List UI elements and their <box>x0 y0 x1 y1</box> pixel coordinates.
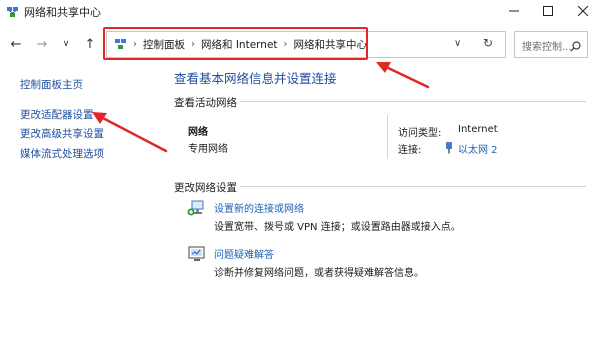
window-title: 网络和共享中心 <box>24 6 101 19</box>
search-icon <box>570 37 581 56</box>
sidebar-item-advanced-sharing[interactable]: 更改高级共享设置 <box>20 126 104 141</box>
divider <box>387 115 388 159</box>
network-setup-icon <box>187 199 207 221</box>
annotation-highlight-box <box>103 27 368 60</box>
connection-label: 连接: <box>398 145 422 156</box>
chevron-down-icon: ∨ <box>454 38 462 49</box>
network-type: 专用网络 <box>188 144 228 155</box>
setup-connection-link[interactable]: 设置新的连接或网络 <box>214 200 304 215</box>
forward-arrow-icon: → <box>36 36 48 52</box>
recent-locations-button[interactable]: ∨ <box>56 34 76 54</box>
close-button[interactable] <box>566 0 600 22</box>
forward-button[interactable]: → <box>32 34 52 54</box>
back-button[interactable]: ← <box>6 34 26 54</box>
access-type-value: Internet <box>458 124 498 135</box>
troubleshoot-description: 诊断并修复网络问题，或者获得疑难解答信息。 <box>214 268 424 279</box>
network-center-icon <box>6 4 19 17</box>
annotation-arrow-address <box>376 62 430 89</box>
search-placeholder: 搜索控制... <box>522 42 572 53</box>
chevron-down-icon: ∨ <box>62 39 70 49</box>
refresh-icon: ↻ <box>483 36 494 50</box>
back-arrow-icon: ← <box>10 36 22 52</box>
minimize-icon <box>509 10 519 12</box>
maximize-icon <box>543 6 553 16</box>
network-name: 网络 <box>188 127 208 138</box>
change-settings-heading: 更改网络设置 <box>174 182 237 194</box>
maximize-button[interactable] <box>531 0 565 22</box>
sidebar-item-media-streaming[interactable]: 媒体流式处理选项 <box>20 146 104 161</box>
up-button[interactable]: ↑ <box>80 34 100 54</box>
divider <box>240 101 586 102</box>
active-network-heading: 查看活动网络 <box>174 97 237 109</box>
sidebar-item-home[interactable]: 控制面板主页 <box>20 77 83 92</box>
access-type-label: 访问类型: <box>398 128 442 139</box>
sidebar-item-adapter-settings[interactable]: 更改适配器设置 <box>20 107 94 122</box>
refresh-button[interactable]: ↻ <box>483 36 493 50</box>
divider <box>240 186 586 187</box>
minimize-button[interactable] <box>497 0 531 22</box>
address-dropdown-button[interactable]: ∨ <box>454 38 461 49</box>
page-title: 查看基本网络信息并设置连接 <box>174 71 337 86</box>
up-arrow-icon: ↑ <box>84 36 96 52</box>
troubleshoot-icon <box>187 245 207 267</box>
troubleshoot-link[interactable]: 问题疑难解答 <box>214 246 274 261</box>
close-icon <box>578 6 588 16</box>
ethernet-connection-link[interactable]: 以太网 2 <box>458 141 498 156</box>
setup-connection-description: 设置宽带、拨号或 VPN 连接；或设置路由器或接入点。 <box>214 222 461 233</box>
ethernet-icon <box>445 139 453 158</box>
